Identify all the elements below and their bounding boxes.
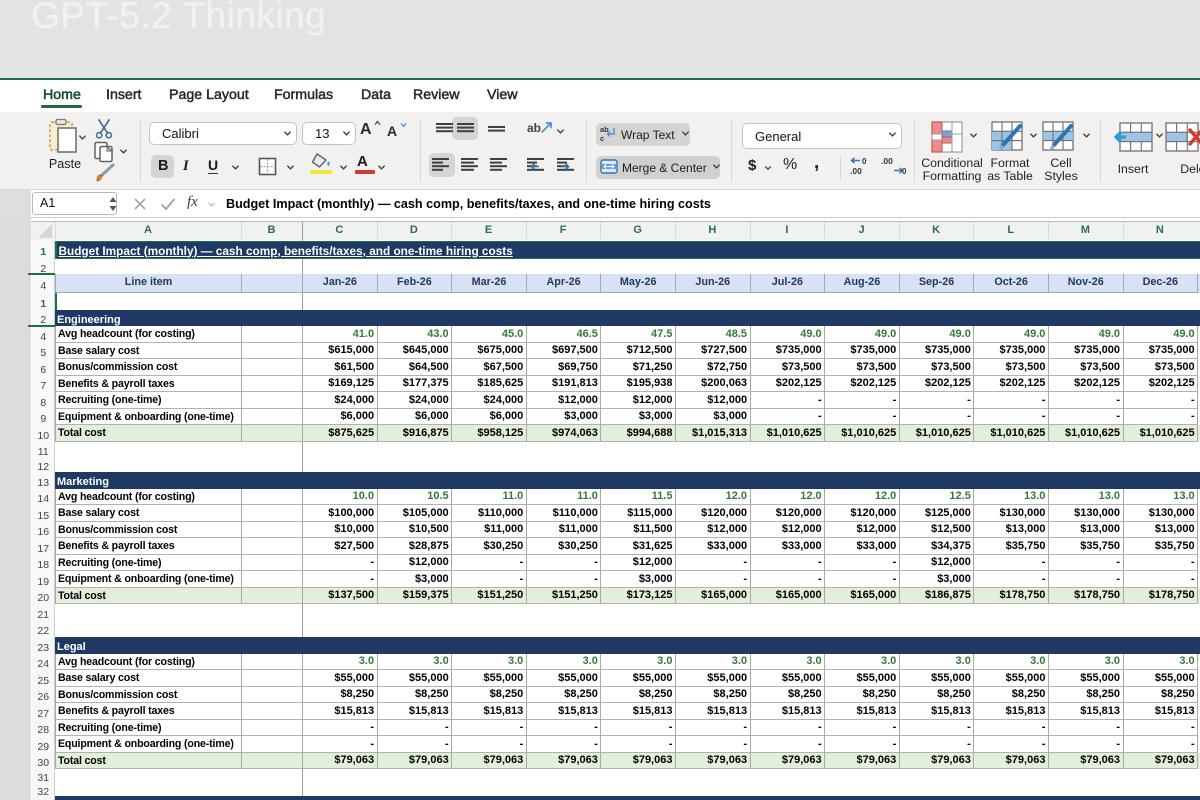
svg-text:.00: .00	[850, 166, 862, 176]
svg-text:.00: .00	[881, 156, 893, 166]
svg-text:0: 0	[862, 157, 867, 166]
svg-text:ab: ab	[600, 125, 609, 134]
svg-text:c: c	[600, 134, 604, 142]
